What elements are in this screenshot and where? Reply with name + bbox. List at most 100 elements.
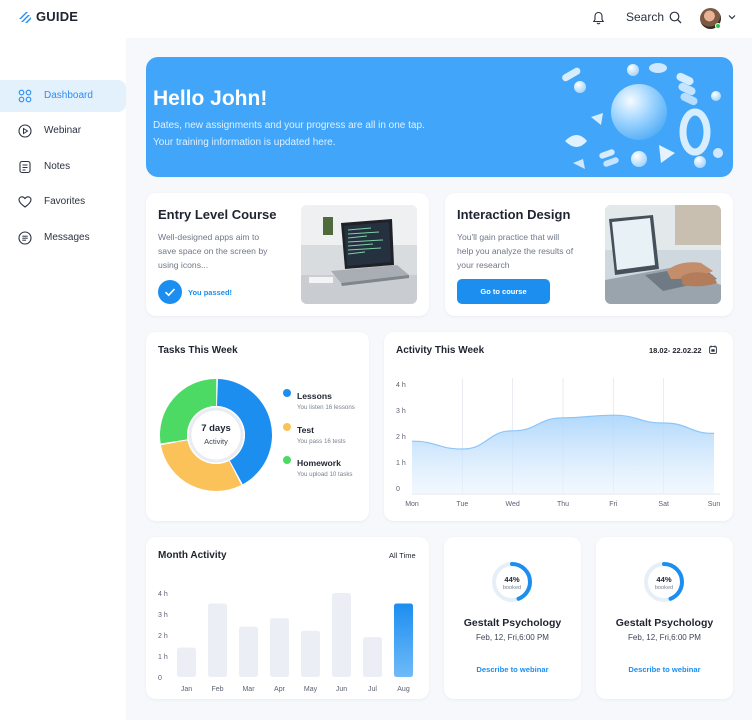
x-tick-label: Fri (609, 501, 618, 508)
sidebar-item-label: Webinar (44, 125, 82, 136)
sidebar-item-messages[interactable]: Messages (0, 222, 126, 254)
legend-dot-lessons (283, 389, 291, 397)
y-tick-label: 1 h (396, 460, 406, 467)
x-tick-label: May (304, 686, 318, 693)
date-range[interactable]: 18.02- 22.02.22 (649, 346, 702, 355)
play-icon (18, 124, 32, 138)
grid-icon (18, 89, 32, 103)
y-tick-label: 0 (158, 675, 162, 682)
course-description-line: Well-designed apps aim to (158, 232, 260, 242)
bar-mar[interactable] (239, 626, 258, 677)
month-activity-bar-chart: 4 h 3 h 2 h 1 h 0 Jan Feb Mar Apr May Jun Jul Aug (158, 591, 413, 693)
describe-to-webinar-link[interactable]: Describe to webinar (596, 665, 733, 674)
activity-this-week-card: Activity This Week 18.02- 22.02.22 4 h 3 … (384, 332, 733, 521)
legend-description: You pass 16 tests (297, 438, 346, 445)
logo[interactable]: GUIDE (18, 9, 78, 24)
logo-icon (19, 11, 31, 23)
course-description-line: save space on the screen by (158, 246, 268, 256)
donut-center-label: Activity (204, 437, 228, 446)
go-to-course-button[interactable]: Go to course (457, 279, 550, 304)
booked-percent: 44% (504, 575, 520, 584)
y-tick-label: 3 h (396, 408, 406, 415)
bar-apr[interactable] (270, 618, 289, 677)
donut-hole (187, 406, 245, 464)
typing-laptop-image (605, 205, 721, 304)
activity-area-fill (412, 415, 714, 494)
legend-name: Lessons (297, 391, 332, 401)
course-title: Interaction Design (457, 207, 571, 222)
legend-dot-homework (283, 456, 291, 464)
legend-dot-test (283, 423, 291, 431)
describe-to-webinar-link[interactable]: Describe to webinar (444, 665, 581, 674)
time-filter-dropdown[interactable]: All Time (389, 551, 416, 560)
search-button[interactable]: Search (626, 10, 682, 24)
course-description-line: You'll gain practice that will (457, 232, 560, 242)
chevron-down-icon[interactable] (728, 14, 736, 20)
legend-name: Test (297, 425, 315, 435)
course-description: Well-designed apps aim to save space on … (158, 230, 286, 272)
sidebar-item-dashboard[interactable]: Dashboard (0, 80, 126, 112)
x-tick-label: Jun (336, 686, 347, 693)
welcome-subtitle: Dates, new assignments and your progress… (153, 117, 483, 151)
laptop-code-image (301, 205, 417, 304)
legend-description: You listen 16 lessons (297, 404, 355, 411)
calendar-icon[interactable] (709, 345, 717, 354)
bar-may[interactable] (301, 630, 320, 677)
card-title: Month Activity (158, 550, 227, 561)
top-bar: GUIDE Search (0, 0, 752, 38)
x-tick-label: Apr (274, 686, 286, 693)
activity-area-chart: 4 h 3 h 2 h 1 h 0 Mon Tue Wed Thu Fri Sat Sun (396, 378, 721, 508)
card-title: Activity This Week (396, 345, 485, 356)
welcome-subtitle-line: Your training information is updated her… (153, 137, 336, 148)
messages-icon (18, 231, 32, 245)
booked-label: booked (654, 585, 674, 591)
card-title: Tasks This Week (158, 345, 238, 356)
webinar-title: Gestalt Psychology (463, 617, 562, 629)
abstract-3d-illustration (562, 63, 723, 169)
x-tick-label: Tue (456, 501, 468, 508)
bar-jun[interactable] (332, 593, 351, 677)
bar-aug[interactable] (394, 603, 413, 678)
bar-feb[interactable] (208, 603, 227, 678)
y-tick-label: 3 h (158, 612, 168, 619)
y-tick-label: 4 h (158, 591, 168, 598)
course-description-line: your research (457, 260, 510, 270)
check-icon (158, 280, 182, 304)
y-tick-label: 0 (396, 486, 400, 493)
tasks-this-week-card: Tasks This Week 7 days Activity Lessons … (146, 332, 369, 521)
bar-jul[interactable] (363, 637, 382, 677)
webinar-title: Gestalt Psychology (615, 617, 714, 629)
sidebar-item-label: Messages (44, 232, 90, 243)
course-description-line: using icons... (158, 260, 209, 270)
sidebar-item-label: Favorites (44, 196, 86, 207)
sidebar-item-webinar[interactable]: Webinar (0, 115, 126, 147)
search-label: Search (626, 10, 665, 24)
welcome-subtitle-line: Dates, new assignments and your progress… (153, 120, 425, 131)
x-tick-label: Mon (405, 501, 419, 508)
x-tick-label: Thu (557, 501, 569, 508)
tasks-donut-chart (160, 379, 272, 491)
sidebar-item-favorites[interactable]: Favorites (0, 186, 126, 218)
booked-percent: 44% (656, 575, 672, 584)
sidebar-item-notes[interactable]: Notes (0, 151, 126, 183)
course-title: Entry Level Course (158, 207, 277, 222)
bar-jan[interactable] (177, 647, 196, 677)
course-card-entry-level[interactable]: Entry Level Course Well-designed apps ai… (146, 193, 429, 316)
logo-text: GUIDE (36, 9, 79, 24)
month-activity-card: Month Activity All Time 4 h 3 h 2 h 1 h 0 Jan… (146, 537, 429, 699)
y-tick-label: 4 h (396, 382, 406, 389)
notes-icon (19, 160, 31, 174)
x-tick-label: Jul (368, 686, 377, 693)
welcome-banner: Hello John! Dates, new assignments and y… (146, 57, 733, 177)
x-tick-label: Feb (211, 686, 223, 693)
sidebar-item-label: Notes (44, 161, 71, 172)
x-tick-label: Sun (708, 501, 721, 508)
legend-description: You upload 10 tasks (297, 471, 353, 478)
bell-icon[interactable] (592, 11, 605, 25)
donut-center-value: 7 days (201, 423, 231, 434)
course-card-interaction-design[interactable]: Interaction Design You'll gain practice … (445, 193, 733, 316)
x-tick-label: Jan (181, 686, 192, 693)
y-tick-label: 2 h (158, 633, 168, 640)
sidebar-item-label: Dashboard (44, 90, 93, 101)
course-description-line: help you analyze the results of (457, 246, 574, 256)
